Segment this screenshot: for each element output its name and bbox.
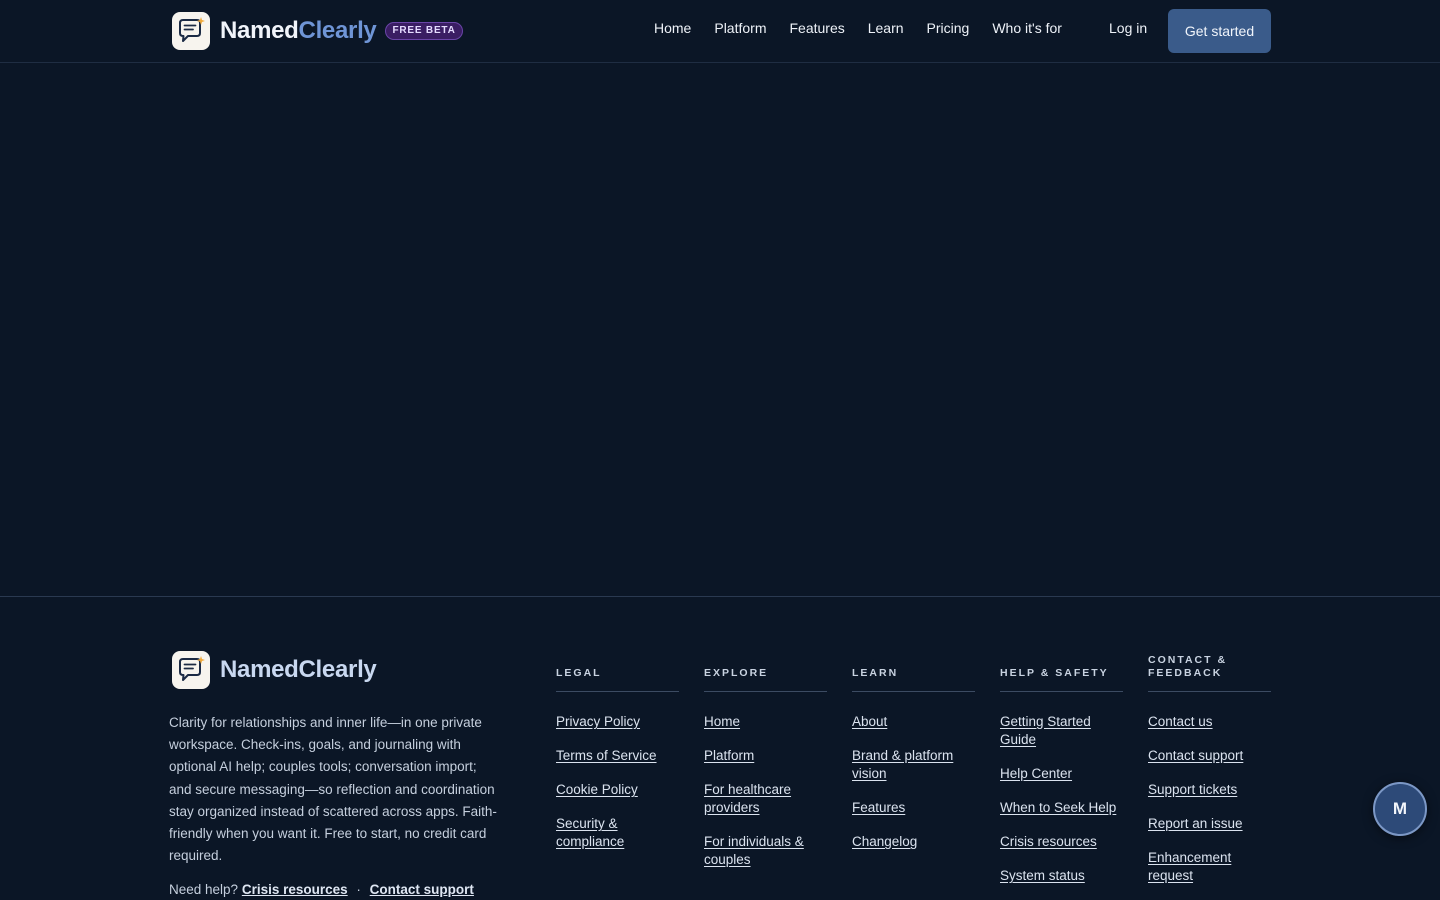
crisis-resources-link[interactable]: Crisis resources bbox=[242, 882, 348, 897]
footer-link[interactable]: For healthcare providers bbox=[704, 782, 791, 815]
chat-bubble-sparkle-icon bbox=[172, 12, 210, 50]
footer-link[interactable]: Support tickets bbox=[1148, 782, 1237, 797]
brand-name-part2: Clearly bbox=[298, 17, 377, 44]
footer-link[interactable]: Terms of Service bbox=[556, 748, 657, 763]
footer-link[interactable]: Platform bbox=[704, 748, 754, 763]
chat-bubble-sparkle-icon bbox=[172, 651, 210, 689]
footer-link[interactable]: Report an issue bbox=[1148, 816, 1243, 831]
footer-link[interactable]: Privacy Policy bbox=[556, 714, 640, 729]
footer-link[interactable]: For individuals & couples bbox=[704, 834, 804, 867]
brand-name: NamedClearly bbox=[220, 17, 377, 45]
contact-support-link[interactable]: Contact support bbox=[370, 882, 474, 897]
footer-link[interactable]: System status bbox=[1000, 868, 1085, 883]
footer-link[interactable]: Help Center bbox=[1000, 766, 1072, 781]
footer-link[interactable]: Enhancement request bbox=[1148, 850, 1231, 883]
nav-home[interactable]: Home bbox=[654, 20, 691, 36]
footer-link[interactable]: Features bbox=[852, 800, 905, 815]
help-separator: · bbox=[356, 882, 361, 897]
footer-link[interactable]: About bbox=[852, 714, 887, 729]
footer-brand[interactable]: NamedClearly bbox=[172, 651, 377, 689]
nav-learn[interactable]: Learn bbox=[868, 20, 904, 36]
brand[interactable]: NamedClearly FREE BETA bbox=[172, 12, 463, 50]
footer-link[interactable]: Crisis resources bbox=[1000, 834, 1097, 849]
footer-link[interactable]: Contact us bbox=[1148, 714, 1213, 729]
nav-who-its-for[interactable]: Who it's for bbox=[992, 20, 1062, 36]
beta-badge: FREE BETA bbox=[385, 22, 463, 40]
main-nav: Home Platform Features Learn Pricing Who… bbox=[654, 20, 1085, 36]
column-heading: CONTACT & FEEDBACK bbox=[1148, 651, 1271, 692]
footer-help: Need help? Crisis resources · Contact su… bbox=[169, 882, 474, 897]
footer-brand-name: NamedClearly bbox=[220, 656, 377, 683]
get-started-button[interactable]: Get started bbox=[1168, 9, 1271, 53]
nav-features[interactable]: Features bbox=[789, 20, 844, 36]
login-link[interactable]: Log in bbox=[1109, 20, 1147, 36]
footer-column-legal: LEGAL Privacy Policy Terms of Service Co… bbox=[556, 651, 679, 867]
footer-link[interactable]: Contact support bbox=[1148, 748, 1243, 763]
site-header: NamedClearly FREE BETA Home Platform Fea… bbox=[0, 0, 1440, 63]
site-footer: NamedClearly Clarity for relationships a… bbox=[0, 596, 1440, 900]
brand-name-part1: Named bbox=[220, 17, 299, 44]
footer-column-contact-feedback: CONTACT & FEEDBACK Contact us Contact su… bbox=[1148, 651, 1271, 900]
footer-link[interactable]: Getting Started Guide bbox=[1000, 714, 1091, 747]
nav-pricing[interactable]: Pricing bbox=[927, 20, 970, 36]
footer-link[interactable]: Security & compliance bbox=[556, 816, 624, 849]
footer-column-learn: LEARN About Brand & platform vision Feat… bbox=[852, 651, 975, 867]
column-heading: LEARN bbox=[852, 651, 975, 692]
footer-link[interactable]: When to Seek Help bbox=[1000, 800, 1116, 815]
footer-description: Clarity for relationships and inner life… bbox=[169, 715, 497, 864]
column-heading: EXPLORE bbox=[704, 651, 827, 692]
footer-link[interactable]: Brand & platform vision bbox=[852, 748, 953, 781]
nav-platform[interactable]: Platform bbox=[714, 20, 766, 36]
user-avatar-button[interactable]: M bbox=[1373, 782, 1427, 836]
footer-link[interactable]: Cookie Policy bbox=[556, 782, 638, 797]
help-prefix: Need help? bbox=[169, 882, 239, 897]
footer-link[interactable]: Changelog bbox=[852, 834, 917, 849]
footer-link[interactable]: Home bbox=[704, 714, 740, 729]
footer-column-explore: EXPLORE Home Platform For healthcare pro… bbox=[704, 651, 827, 885]
column-heading: LEGAL bbox=[556, 651, 679, 692]
footer-column-help-safety: HELP & SAFETY Getting Started Guide Help… bbox=[1000, 651, 1123, 900]
column-heading: HELP & SAFETY bbox=[1000, 651, 1123, 692]
